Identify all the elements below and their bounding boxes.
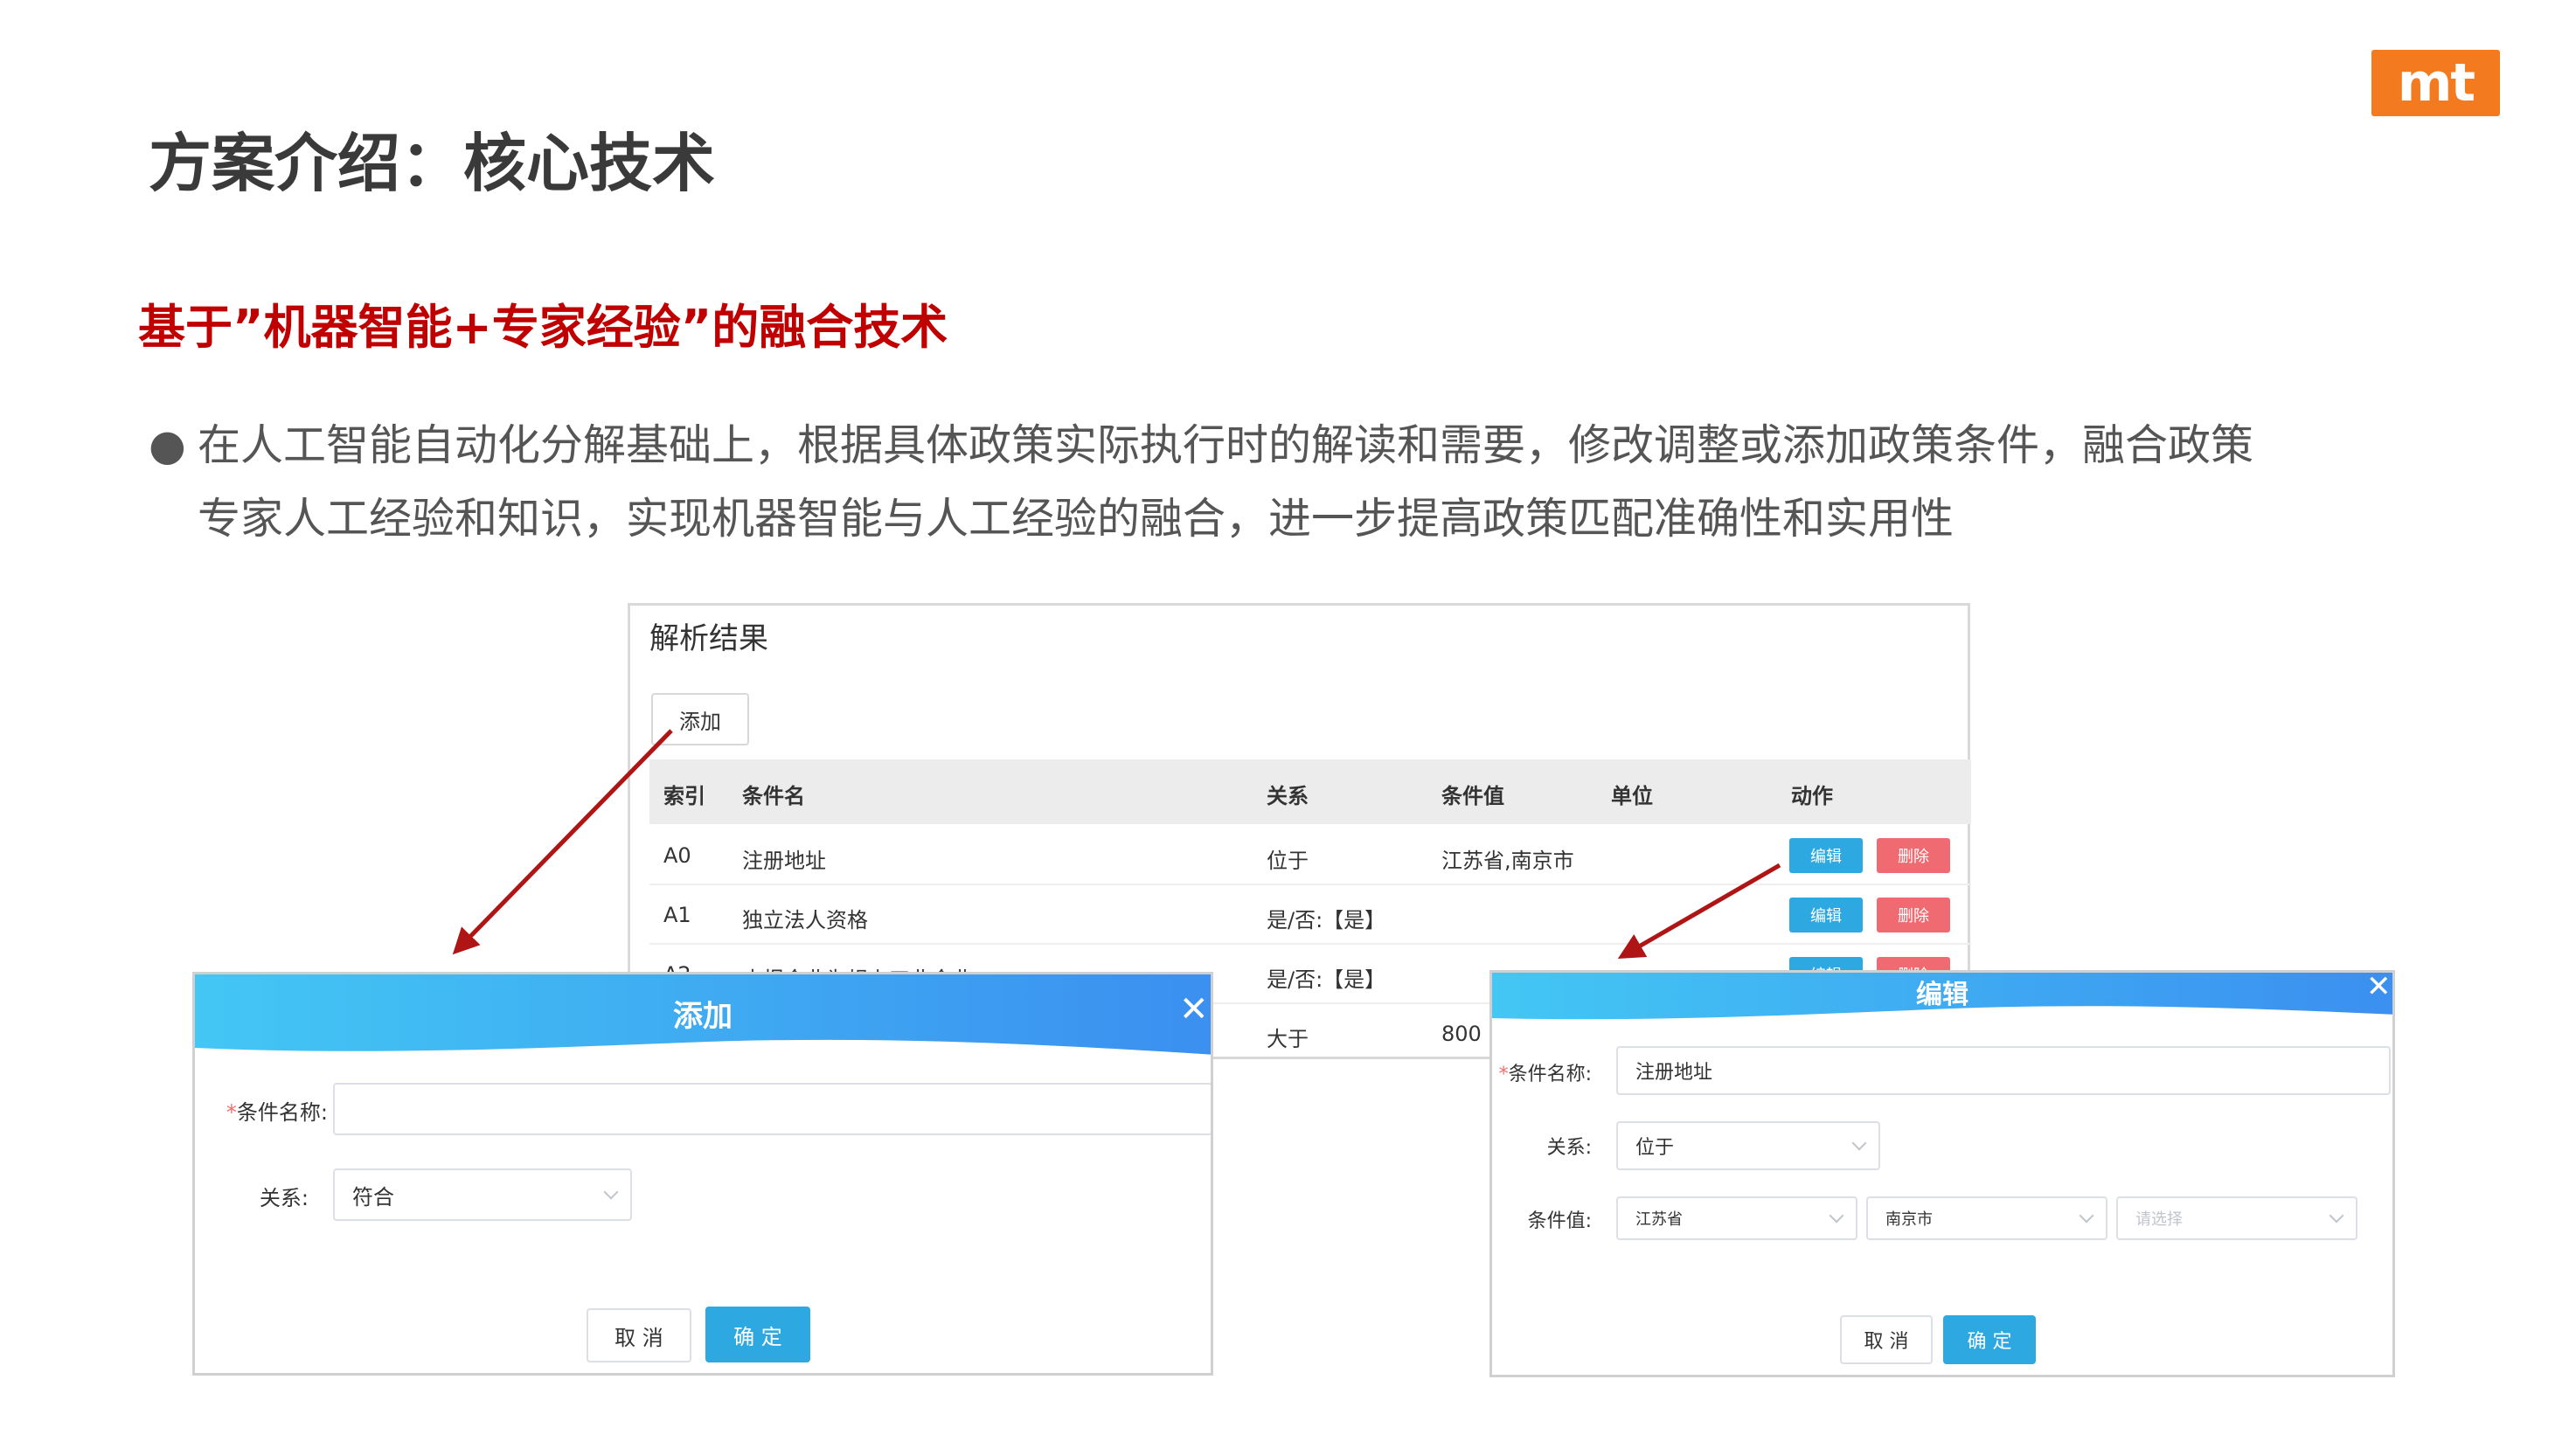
cell-relation: 大于 (1267, 1027, 1309, 1051)
bullet-dot: ● (149, 420, 186, 470)
cell-name: 注册地址 (742, 849, 826, 873)
add-condition-button[interactable]: 添加 (651, 693, 749, 745)
cell-index: A1 (663, 903, 691, 927)
relation-label: 关系: (259, 1186, 309, 1210)
chevron-down-icon (2329, 1208, 2344, 1224)
cell-relation: 是/否:【是】 (1267, 908, 1386, 932)
close-icon[interactable]: ✕ (2366, 973, 2392, 1004)
edit-dialog: 编辑 ✕ *条件名称: 注册地址 关系: 位于 条件值: 江苏省 南京市 请选择… (1489, 970, 2395, 1377)
edit-button[interactable]: 编辑 (1789, 898, 1863, 932)
table-header: 索引 条件名 关系 条件值 单位 动作 (649, 759, 1971, 824)
chevron-down-icon (1829, 1208, 1844, 1224)
cell-value: 800 (1441, 1022, 1482, 1046)
bullet-text: 在人工智能自动化分解基础上，根据具体政策实际执行时的解读和需要，修改调整或添加政… (198, 409, 2479, 556)
company-logo: mt (2371, 50, 2500, 116)
condition-value-label: 条件值: (1527, 1210, 1592, 1232)
col-name: 条件名 (742, 784, 805, 808)
cell-relation: 是/否:【是】 (1267, 967, 1386, 992)
col-relation: 关系 (1267, 784, 1309, 808)
col-unit: 单位 (1611, 784, 1653, 808)
confirm-button[interactable]: 确 定 (705, 1307, 810, 1362)
cancel-button[interactable]: 取 消 (587, 1308, 691, 1362)
close-icon[interactable]: ✕ (1179, 992, 1209, 1027)
relation-select[interactable]: 符合 (333, 1168, 632, 1221)
relation-select[interactable]: 位于 (1616, 1121, 1880, 1170)
panel-title: 解析结果 (649, 621, 768, 656)
cancel-button[interactable]: 取 消 (1840, 1315, 1933, 1364)
cell-name: 独立法人资格 (742, 908, 868, 932)
chevron-down-icon (603, 1184, 619, 1200)
edit-button[interactable]: 编辑 (1789, 838, 1863, 873)
condition-name-input[interactable] (333, 1083, 1211, 1135)
condition-name-input[interactable]: 注册地址 (1616, 1046, 2391, 1095)
col-action: 动作 (1791, 784, 1833, 808)
province-select[interactable]: 江苏省 (1616, 1196, 1857, 1240)
dialog-title: 添加 (673, 999, 733, 1034)
bullet-line-2: 专家人工经验和知识，实现机器智能与人工经验的融合，进一步提高政策匹配准确性和实用… (198, 494, 1955, 544)
bullet-line-1: 在人工智能自动化分解基础上，根据具体政策实际执行时的解读和需要，修改调整或添加政… (198, 420, 2254, 470)
required-mark: * (226, 1100, 237, 1125)
condition-name-label: *条件名称: (226, 1100, 328, 1125)
condition-name-label: *条件名称: (1498, 1064, 1592, 1085)
chevron-down-icon (1851, 1135, 1867, 1151)
relation-label: 关系: (1546, 1137, 1592, 1159)
dialog-title: 编辑 (1916, 980, 1968, 1010)
district-select[interactable]: 请选择 (2116, 1196, 2357, 1240)
table-row: A1 独立法人资格 是/否:【是】 编辑 删除 (649, 885, 1971, 945)
city-select[interactable]: 南京市 (1866, 1196, 2107, 1240)
dialog-header: 添加 ✕ (195, 974, 1211, 1062)
confirm-button[interactable]: 确 定 (1943, 1315, 2036, 1364)
col-value: 条件值 (1441, 784, 1504, 808)
add-dialog: 添加 ✕ *条件名称: 关系: 符合 取 消 确 定 (192, 972, 1213, 1376)
delete-button[interactable]: 删除 (1877, 838, 1950, 873)
cell-index: A0 (663, 843, 691, 868)
slide-title: 方案介绍：核心技术 (149, 127, 716, 200)
cell-value: 江苏省,南京市 (1441, 849, 1574, 873)
cell-relation: 位于 (1267, 849, 1309, 873)
table-row: A0 注册地址 位于 江苏省,南京市 编辑 删除 (649, 826, 1971, 885)
logo-text: mt (2397, 52, 2475, 114)
slide-subtitle: 基于”机器智能+专家经验”的融合技术 (138, 300, 948, 355)
required-mark: * (1498, 1064, 1509, 1085)
delete-button[interactable]: 删除 (1877, 898, 1950, 932)
col-index: 索引 (663, 784, 705, 808)
chevron-down-icon (2079, 1208, 2094, 1224)
